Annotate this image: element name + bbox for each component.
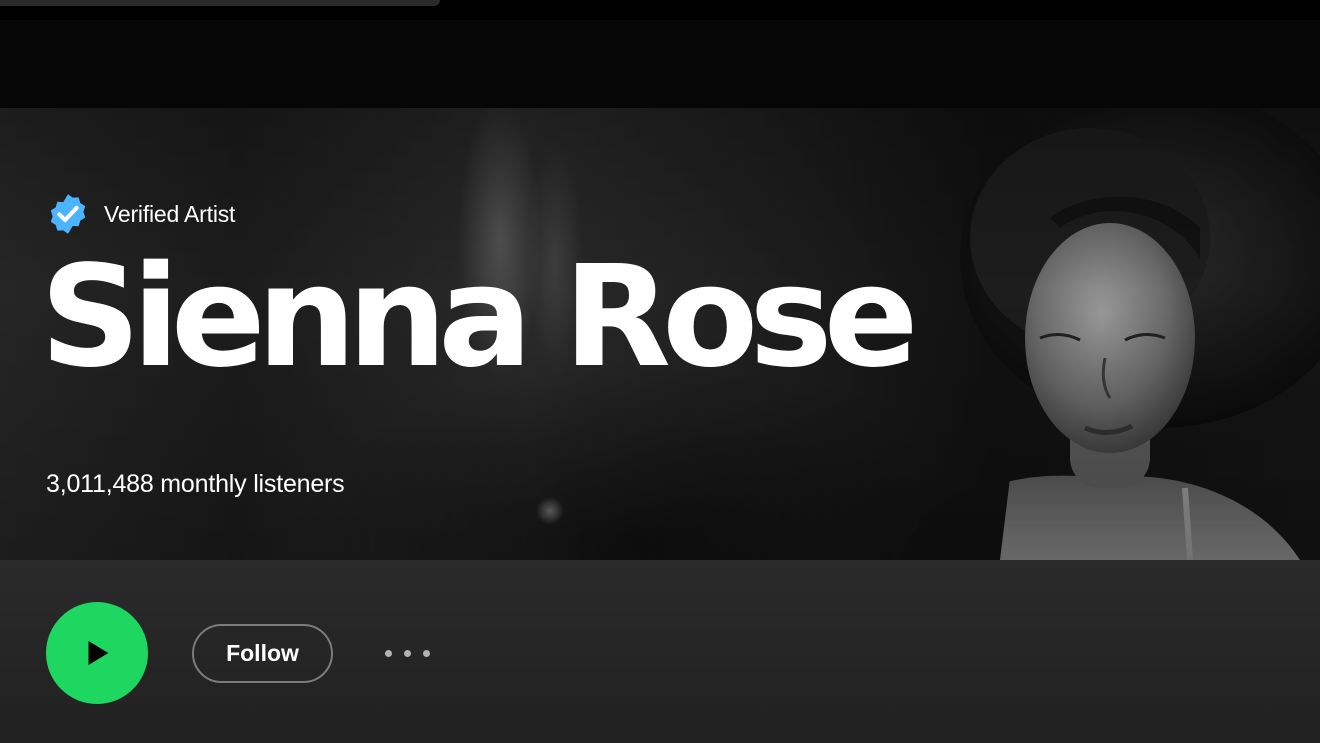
artist-info: Verified Artist Sienna Rose 3,011,488 mo…	[40, 108, 1046, 560]
action-bar: Follow	[0, 560, 1320, 743]
artist-name: Sienna Rose	[40, 236, 919, 399]
more-options-icon	[422, 649, 430, 657]
verified-badge-icon	[50, 194, 86, 234]
monthly-listeners: 3,011,488 monthly listeners	[46, 470, 345, 498]
more-options-button[interactable]	[374, 636, 440, 670]
more-options-icon	[384, 649, 392, 657]
artist-header: Verified Artist Sienna Rose 3,011,488 mo…	[0, 108, 1320, 560]
verified-artist-row: Verified Artist	[46, 192, 235, 236]
top-tab	[0, 0, 440, 6]
verified-artist-label: Verified Artist	[104, 200, 236, 227]
follow-button[interactable]: Follow	[192, 624, 333, 683]
more-options-icon	[403, 649, 411, 657]
play-icon	[88, 640, 109, 666]
top-bar	[0, 20, 1320, 108]
artist-page: Verified Artist Sienna Rose 3,011,488 mo…	[0, 0, 1320, 743]
play-button[interactable]	[46, 602, 148, 704]
